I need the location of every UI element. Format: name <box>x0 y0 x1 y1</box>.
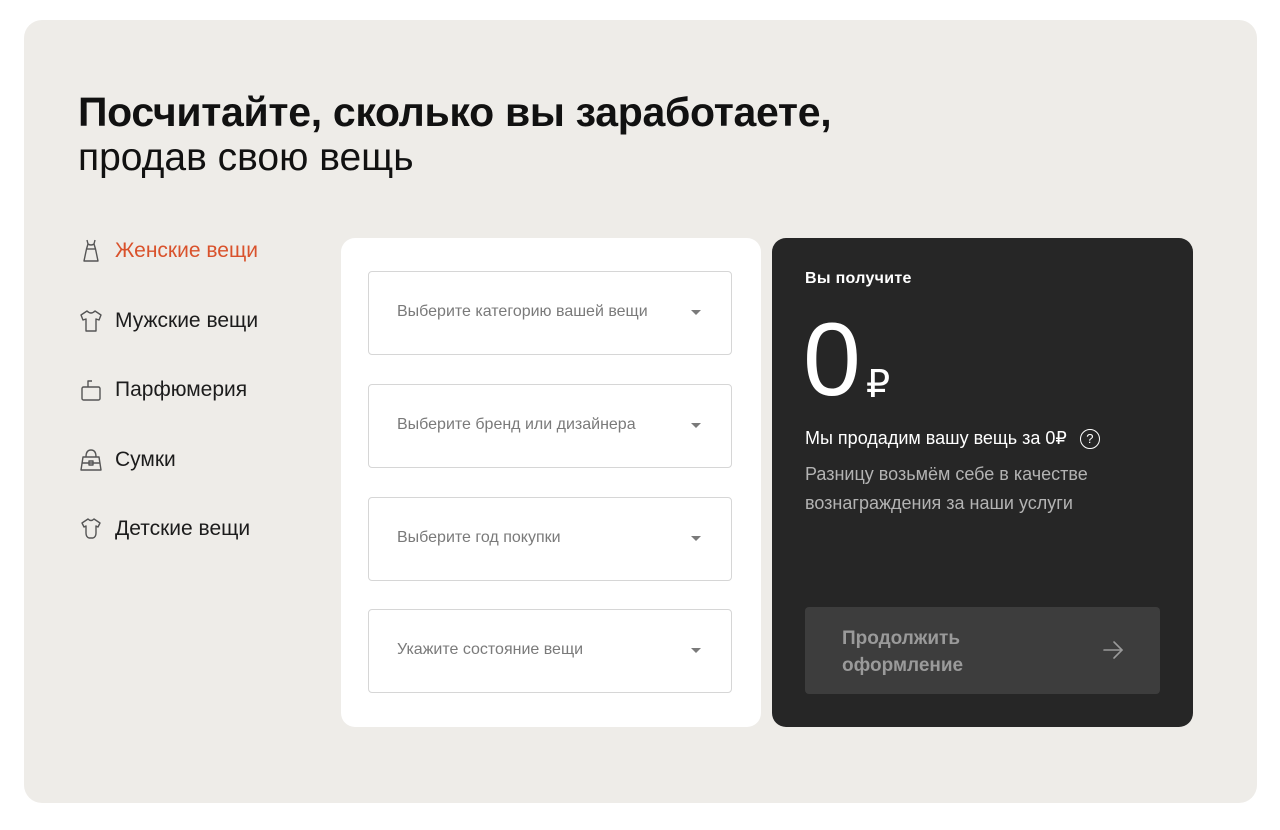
arrow-right-icon <box>1103 641 1123 659</box>
category-label: Парфюмерия <box>115 378 248 401</box>
category-item-women[interactable]: Женские вещи <box>78 233 258 269</box>
result-label: Вы получите <box>805 270 912 287</box>
dress-icon <box>78 238 104 264</box>
tshirt-icon <box>78 308 104 334</box>
continue-button-label: Продолжить оформление <box>842 628 964 676</box>
category-label: Женские вещи <box>115 239 258 262</box>
help-icon[interactable]: ? <box>1079 428 1100 449</box>
result-amount: 0 <box>803 302 861 418</box>
continue-button[interactable]: Продолжить оформление <box>805 607 1160 694</box>
category-item-kids[interactable]: Детские вещи <box>78 511 258 547</box>
brand-select[interactable]: Выберите бренд или дизайнера <box>368 384 732 468</box>
category-item-men[interactable]: Мужские вещи <box>78 303 258 339</box>
perfume-icon <box>78 377 104 403</box>
item-form: Выберите категорию вашей вещи Выберите б… <box>341 238 761 727</box>
sell-price-row: Мы продадим вашу вещь за 0₽ ? <box>805 428 1100 449</box>
title-line-1: Посчитайте, сколько вы заработаете, <box>78 89 832 135</box>
chevron-down-icon <box>691 536 701 541</box>
bag-icon <box>78 447 104 473</box>
currency-symbol: ₽ <box>866 364 891 406</box>
condition-select[interactable]: Укажите состояние вещи <box>368 609 732 693</box>
title-line-2: продав свою вещь <box>78 136 414 179</box>
year-select[interactable]: Выберите год покупки <box>368 497 732 581</box>
category-label: Сумки <box>115 447 176 471</box>
chevron-down-icon <box>691 648 701 653</box>
category-item-perfume[interactable]: Парфюмерия <box>78 372 258 408</box>
category-select[interactable]: Выберите категорию вашей вещи <box>368 271 732 355</box>
result-card: Вы получите 0 ₽ Мы продадим вашу вещь за… <box>772 238 1193 727</box>
bodysuit-icon <box>78 516 104 542</box>
commission-note: Разницу возьмём себе в качестве вознагра… <box>805 464 1088 513</box>
chevron-down-icon <box>691 423 701 428</box>
year-select-placeholder: Выберите год покупки <box>397 529 561 546</box>
category-list: Женские вещи Мужские вещи Парфюмерия Сум… <box>78 233 258 581</box>
sell-price-text: Мы продадим вашу вещь за 0₽ <box>805 428 1067 448</box>
brand-select-placeholder: Выберите бренд или дизайнера <box>397 416 636 433</box>
condition-select-placeholder: Укажите состояние вещи <box>397 641 584 658</box>
category-label: Мужские вещи <box>115 308 259 332</box>
chevron-down-icon <box>691 310 701 315</box>
category-item-bags[interactable]: Сумки <box>78 442 258 478</box>
category-select-placeholder: Выберите категорию вашей вещи <box>397 303 648 320</box>
category-label: Детские вещи <box>115 517 251 540</box>
page-title: Посчитайте, сколько вы заработаете, прод… <box>78 89 832 179</box>
